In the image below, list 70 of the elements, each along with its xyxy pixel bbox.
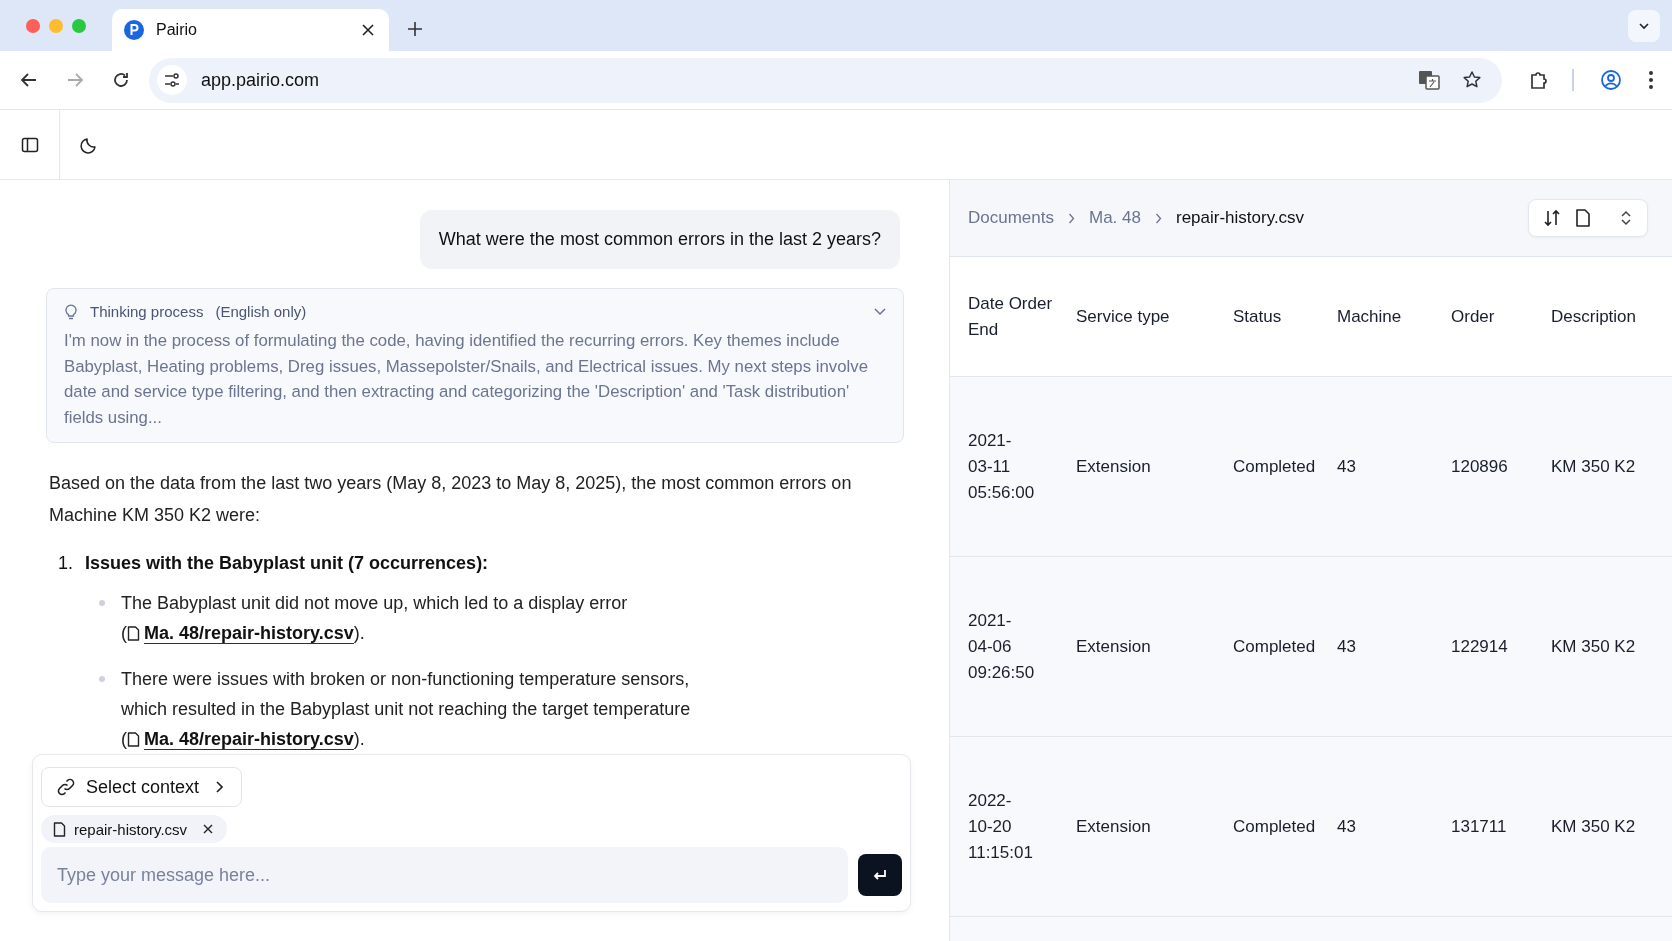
breadcrumb-item: repair-history.csv bbox=[1175, 208, 1305, 228]
user-message: What were the most common errors in the last 2 years? bbox=[419, 210, 900, 269]
attachment-chip[interactable]: repair-history.csv bbox=[41, 815, 228, 843]
breadcrumb-item[interactable]: Ma. 48 bbox=[1089, 208, 1141, 228]
column-header[interactable]: Date Order End bbox=[968, 290, 1058, 343]
dark-mode-icon[interactable] bbox=[80, 135, 98, 154]
tab-title: Pairio bbox=[156, 21, 198, 39]
browser-tab[interactable]: Pairio bbox=[112, 9, 389, 51]
extensions-icon[interactable] bbox=[1528, 69, 1550, 91]
chevron-right-icon bbox=[215, 781, 224, 793]
table-cell-text: 43 bbox=[1337, 635, 1357, 658]
thinking-note: (English only) bbox=[215, 303, 307, 320]
lightbulb-icon bbox=[64, 303, 78, 320]
document-icon bbox=[53, 821, 66, 837]
table-cell-text: KM 350 K2 bbox=[1551, 635, 1637, 658]
table-cell-text: 122914 bbox=[1451, 635, 1509, 658]
message-field[interactable]: Type your message here... bbox=[41, 847, 848, 903]
column-header[interactable]: Machine bbox=[1337, 303, 1451, 330]
address-text: app.pairio.com bbox=[201, 69, 320, 91]
list-number: 1. bbox=[58, 553, 73, 574]
table-cell-text: Extension bbox=[1076, 455, 1152, 478]
translate-icon[interactable] bbox=[1418, 69, 1440, 91]
breadcrumb-item[interactable]: Documents bbox=[968, 208, 1054, 228]
plus-icon bbox=[407, 21, 423, 37]
chevron-right-icon bbox=[1154, 212, 1162, 224]
bullet-text: The Babyplast unit did not move up, which led to a display error ( Ma. 48/repair-history.csv). bbox=[121, 588, 721, 650]
source-link[interactable]: Ma. 48/repair-history.csv bbox=[144, 623, 354, 644]
table-cell-text: KM 350 K2 bbox=[1551, 815, 1637, 838]
table-cell-text: Extension bbox=[1076, 635, 1152, 658]
list-heading: Issues with the Babyplast unit (7 occurrences): bbox=[85, 553, 489, 574]
bullet-dot bbox=[99, 676, 105, 682]
sort-icon[interactable] bbox=[1543, 209, 1561, 227]
file-icon[interactable] bbox=[1575, 209, 1591, 227]
table-cell-text: Extension bbox=[1076, 815, 1152, 838]
address-bar[interactable]: app.pairio.com bbox=[149, 57, 1502, 103]
menu-icon[interactable] bbox=[1648, 70, 1654, 90]
table-cell-text: Completed bbox=[1233, 635, 1317, 658]
remove-icon[interactable] bbox=[203, 824, 214, 834]
table-cell-text: Completed bbox=[1233, 815, 1317, 838]
link-icon bbox=[56, 777, 76, 797]
bookmark-star-icon[interactable] bbox=[1462, 70, 1482, 90]
table-cell-text: Completed bbox=[1233, 455, 1317, 478]
column-header[interactable]: Service type bbox=[1076, 303, 1233, 330]
source-link[interactable]: Ma. 48/repair-history.csv bbox=[144, 729, 354, 750]
site-settings-icon[interactable] bbox=[157, 65, 187, 95]
profile-icon[interactable] bbox=[1600, 69, 1622, 91]
reload-icon[interactable] bbox=[111, 70, 131, 90]
chevron-down-icon[interactable] bbox=[873, 306, 887, 317]
send-button[interactable] bbox=[858, 854, 902, 896]
column-header[interactable]: Status bbox=[1233, 303, 1337, 330]
bullet-dot bbox=[99, 600, 105, 606]
thinking-text: I'm now in the process of formulating the code, having identified the recurring errors. Key themes include Babyplast, Heating problems, Dreg issues, Massepolster/Snails, and Electrical issues. My next steps involve date and service type filtering, and then extracting and categorizing the 'Description' and 'Task distribution' fields using... bbox=[64, 330, 869, 429]
table-cell-text: 2022-10-20 11:15:01 bbox=[968, 789, 1030, 864]
select-context-button[interactable]: Select context bbox=[41, 767, 243, 807]
table-cell-text: 120896 bbox=[1451, 455, 1509, 478]
table-cell-text: 43 bbox=[1337, 815, 1357, 838]
bullet-text: There were issues with broken or non-functioning temperature sensors, which resulted in the Babyplast unit not reaching the target temperature ( Ma. 48/repair-history.csv). bbox=[121, 664, 721, 756]
column-header[interactable]: Order bbox=[1451, 303, 1551, 330]
attachment-name: repair-history.csv bbox=[74, 820, 188, 838]
answer-paragraph: Based on the data from the last two years (May 8, 2023 to May 8, 2025), the most common errors on Machine KM 350 K2 were: bbox=[49, 472, 853, 527]
tab-list-button[interactable] bbox=[1628, 9, 1660, 42]
thinking-title: Thinking process bbox=[90, 303, 204, 320]
table-cell-text: 131711 bbox=[1451, 815, 1508, 838]
chevron-right-icon bbox=[1068, 212, 1075, 224]
sidebar-toggle-icon[interactable] bbox=[20, 135, 39, 154]
table-cell-text: 43 bbox=[1337, 455, 1357, 478]
favicon-icon bbox=[124, 20, 144, 40]
expand-icon[interactable] bbox=[1619, 209, 1633, 227]
column-header[interactable]: Description bbox=[1551, 303, 1672, 330]
table-cell-text: KM 350 K2 bbox=[1551, 455, 1637, 478]
